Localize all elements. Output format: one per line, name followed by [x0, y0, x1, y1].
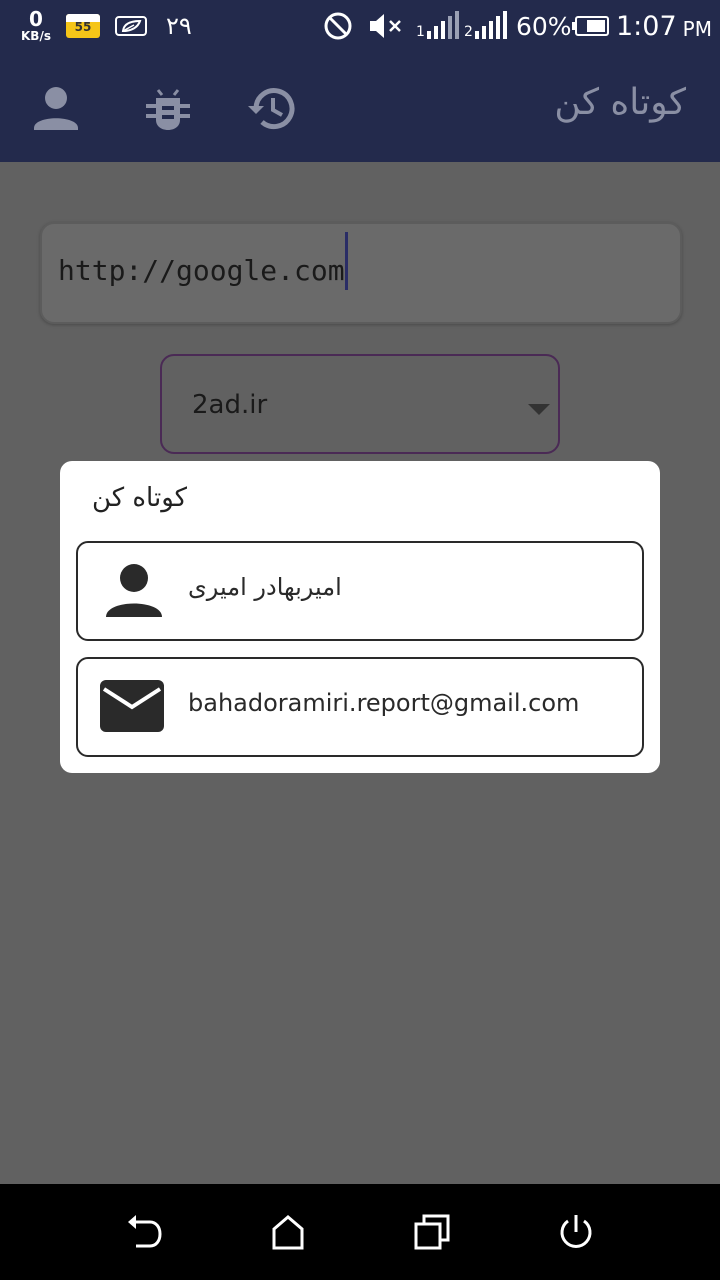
net-speed-value: 0: [29, 7, 43, 31]
domain-dropdown[interactable]: 2ad.ir: [160, 354, 560, 454]
history-icon[interactable]: [246, 82, 298, 134]
signal-sim1-icon: 1: [416, 0, 461, 52]
do-not-disturb-icon: [322, 0, 354, 52]
power-icon[interactable]: [556, 1212, 596, 1252]
status-bar: 0 KB/s 55 ۲۹ 1 2 60% 1:07 PM: [0, 0, 720, 52]
dropdown-arrow-icon: [528, 404, 550, 415]
net-speed-unit: KB/s: [21, 29, 51, 43]
dialog-title: کوتاه کن: [92, 483, 188, 513]
about-dialog: کوتاه کن امیربهادر امیری bahadoramiri.re…: [60, 461, 660, 773]
back-icon[interactable]: [124, 1212, 164, 1252]
clock: 1:07 PM: [616, 0, 712, 52]
net-speed: 0 KB/s: [16, 0, 56, 52]
person-icon[interactable]: [30, 82, 82, 134]
sim2-label: 2: [464, 24, 473, 40]
notification-badge-icon: 55: [66, 0, 100, 52]
clock-ampm: PM: [682, 17, 712, 41]
mute-icon: [368, 0, 404, 52]
url-input-value-wrap: http://google.com: [58, 232, 348, 290]
recents-icon[interactable]: [412, 1212, 452, 1252]
home-icon[interactable]: [268, 1212, 308, 1252]
leaf-icon: [114, 0, 150, 52]
author-name-row[interactable]: امیربهادر امیری: [76, 541, 644, 641]
url-input-value: http://google.com: [58, 254, 345, 287]
text-cursor: [344, 232, 348, 290]
author-name: امیربهادر امیری: [188, 573, 342, 601]
person-icon: [98, 561, 166, 619]
mail-icon: [98, 677, 166, 735]
author-email: bahadoramiri.report@gmail.com: [188, 689, 580, 717]
battery-percent: 60%: [516, 11, 572, 41]
notification-badge-count: 55: [74, 20, 92, 34]
sim1-label: 1: [416, 24, 425, 40]
author-email-row[interactable]: bahadoramiri.report@gmail.com: [76, 657, 644, 757]
date-day: ۲۹: [166, 12, 192, 40]
domain-dropdown-value: 2ad.ir: [192, 390, 268, 420]
signal-sim2-icon: 2: [464, 0, 509, 52]
system-nav-bar: [0, 1184, 720, 1280]
app-title: کوتاه کن: [554, 82, 686, 123]
url-input[interactable]: http://google.com: [40, 222, 682, 324]
clock-time: 1:07: [616, 10, 677, 42]
bug-icon[interactable]: [142, 82, 194, 134]
battery-icon: [572, 0, 610, 52]
app-bar: کوتاه کن: [0, 52, 720, 162]
